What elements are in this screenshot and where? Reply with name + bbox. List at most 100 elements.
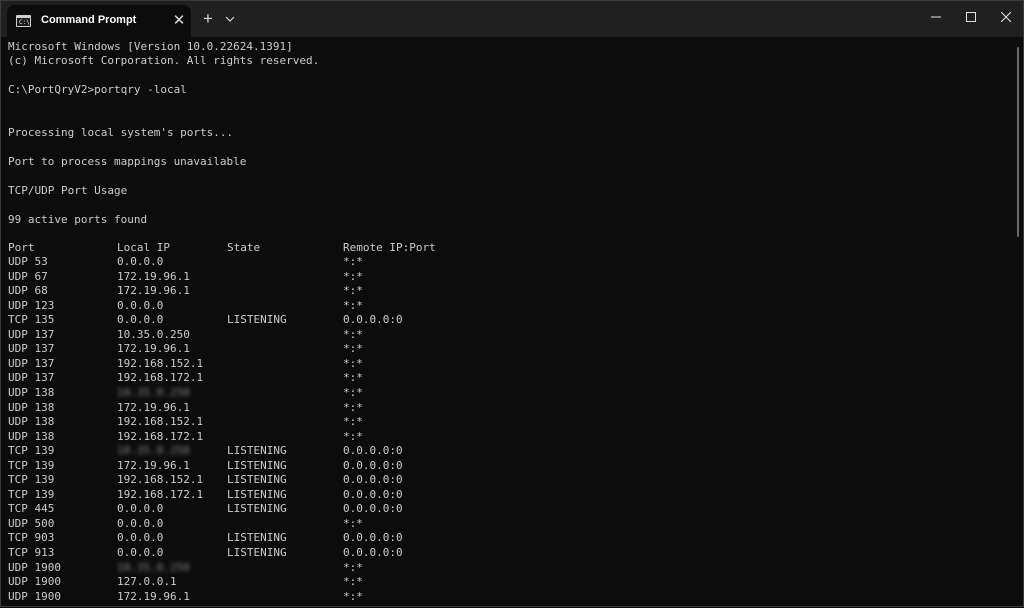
column-header-local-ip: Local IP — [117, 241, 170, 254]
close-tab-button[interactable]: ✕ — [171, 13, 187, 29]
port-table-row: UDP 53 0.0.0.0 *:* — [1, 255, 521, 269]
port-table-row: TCP 139 192.168.152.1 LISTENING 0.0.0.0:0 — [1, 473, 521, 487]
remote-cell: *:* — [343, 342, 363, 356]
tab-command-prompt[interactable]: C:\ Command Prompt ✕ — [7, 5, 191, 37]
port-table-row: UDP 1900 127.0.0.1 *:* — [1, 575, 521, 589]
port-cell: UDP 138 — [8, 415, 55, 429]
port-table-row: TCP 139 192.168.172.1 LISTENING 0.0.0.0:0 — [1, 488, 521, 502]
title-bar[interactable]: C:\ Command Prompt ✕ + — [1, 1, 1023, 37]
local-ip-cell: 192.168.172.1 — [117, 487, 204, 501]
local-ip-cell: 192.168.152.1 — [117, 473, 204, 487]
port-table-row: UDP 138 192.168.152.1 *:* — [1, 415, 521, 429]
port-table-row: UDP 1900 10.35.0.250 *:* — [1, 561, 521, 575]
local-ip-cell: 0.0.0.0 — [117, 502, 164, 516]
port-table-row: TCP 913 0.0.0.0 LISTENING 0.0.0.0:0 — [1, 546, 521, 560]
state-cell: LISTENING — [227, 313, 287, 327]
port-table-row: UDP 138 192.168.172.1 *:* — [1, 430, 521, 444]
port-cell: UDP 1900 — [8, 575, 61, 589]
state-cell: LISTENING — [227, 444, 287, 458]
port-table-row: UDP 500 0.0.0.0 *:* — [1, 517, 521, 531]
column-header-state: State — [227, 241, 261, 254]
chevron-down-icon — [225, 16, 235, 22]
local-ip-cell: 0.0.0.0 — [117, 516, 164, 530]
port-cell: UDP 138 — [8, 429, 55, 443]
tab-dropdown-button[interactable] — [223, 11, 237, 27]
remote-cell: *:* — [343, 255, 363, 268]
remote-cell: *:* — [343, 298, 363, 312]
local-ip-cell: 0.0.0.0 — [117, 298, 164, 312]
local-ip-cell: 0.0.0.0 — [117, 531, 164, 545]
port-table-row: UDP 137 10.35.0.250 *:* — [1, 328, 521, 342]
new-tab-button[interactable]: + — [199, 10, 217, 28]
port-table-row: UDP 1900 172.19.96.1 *:* — [1, 590, 521, 604]
remote-cell: *:* — [343, 327, 363, 341]
port-cell: TCP 139 — [8, 473, 55, 487]
local-ip-cell: 172.19.96.1 — [117, 458, 190, 472]
column-header-port: Port — [8, 241, 35, 254]
port-table-row: UDP 123 0.0.0.0 *:* — [1, 299, 521, 313]
remote-cell: *:* — [343, 284, 363, 298]
terminal-command-line: C:\PortQryV2>portqry -local — [8, 83, 187, 96]
local-ip-cell: 172.19.96.1 — [117, 284, 190, 298]
local-ip-cell: 172.19.96.1 — [117, 342, 190, 356]
command-prompt-window: C:\ Command Prompt ✕ + Microsoft Windows… — [0, 0, 1024, 607]
close-icon — [1001, 12, 1011, 22]
port-cell: UDP 68 — [8, 284, 48, 298]
state-cell: LISTENING — [227, 531, 287, 545]
port-cell: TCP 913 — [8, 546, 55, 559]
remote-cell: *:* — [343, 386, 363, 399]
remote-cell: 0.0.0.0:0 — [343, 458, 403, 472]
port-cell: UDP 53 — [8, 255, 48, 268]
remote-cell: 0.0.0.0:0 — [343, 487, 403, 501]
local-ip-cell: 192.168.172.1 — [117, 429, 204, 443]
port-cell: UDP 137 — [8, 342, 55, 356]
remote-cell: 0.0.0.0:0 — [343, 473, 403, 487]
port-table-row: UDP 67 172.19.96.1 *:* — [1, 270, 521, 284]
state-cell: LISTENING — [227, 473, 287, 487]
state-cell: LISTENING — [227, 458, 287, 472]
port-table-row: TCP 139 172.19.96.1 LISTENING 0.0.0.0:0 — [1, 459, 521, 473]
port-table-header: Port Local IP State Remote IP:Port — [1, 241, 521, 255]
remote-cell: *:* — [343, 371, 363, 385]
scrollbar-thumb[interactable] — [1017, 47, 1019, 237]
port-cell: UDP 500 — [8, 516, 55, 530]
port-cell: TCP 135 — [8, 313, 55, 327]
port-cell: UDP 1900 — [8, 560, 61, 574]
terminal-line: TCP/UDP Port Usage — [8, 184, 128, 197]
port-cell: UDP 137 — [8, 327, 55, 341]
close-window-button[interactable] — [983, 1, 1024, 33]
port-cell: UDP 123 — [8, 298, 55, 312]
local-ip-cell: 10.35.0.250 — [117, 444, 190, 458]
local-ip-cell: 127.0.0.1 — [117, 575, 177, 589]
remote-cell: 0.0.0.0:0 — [343, 313, 403, 327]
remote-cell: *:* — [343, 269, 363, 283]
port-table-row: TCP 139 10.35.0.250 LISTENING 0.0.0.0:0 — [1, 444, 521, 458]
maximize-icon — [966, 12, 976, 22]
remote-cell: *:* — [343, 356, 363, 370]
remote-cell: 0.0.0.0:0 — [343, 444, 403, 458]
column-header-remote: Remote IP:Port — [343, 241, 436, 254]
port-cell: UDP 1900 — [8, 589, 61, 603]
port-cell: UDP 138 — [8, 386, 55, 399]
terminal-line: (c) Microsoft Corporation. All rights re… — [8, 54, 320, 67]
port-table-row: UDP 68 172.19.96.1 *:* — [1, 284, 521, 298]
remote-cell: *:* — [343, 415, 363, 429]
terminal-line: Processing local system's ports... — [8, 126, 234, 139]
terminal-line: 99 active ports found — [8, 213, 148, 226]
tab-icon-glyph: C:\ — [19, 19, 30, 26]
scrollbar[interactable] — [1015, 41, 1021, 601]
local-ip-cell: 172.19.96.1 — [117, 589, 190, 603]
remote-cell: *:* — [343, 429, 363, 443]
tab-title: Command Prompt — [41, 14, 137, 26]
port-cell: TCP 139 — [8, 444, 55, 458]
port-cell: TCP 903 — [8, 531, 55, 545]
terminal-output[interactable]: Microsoft Windows [Version 10.0.22624.13… — [1, 37, 1013, 608]
local-ip-cell: 0.0.0.0 — [117, 546, 164, 559]
port-table-row: UDP 138 172.19.96.1 *:* — [1, 401, 521, 415]
state-cell: LISTENING — [227, 502, 287, 516]
local-ip-cell: 0.0.0.0 — [117, 255, 164, 268]
remote-cell: *:* — [343, 560, 363, 574]
minimize-icon — [931, 16, 941, 18]
terminal-line: Port to process mappings unavailable — [8, 155, 247, 168]
local-ip-cell: 192.168.172.1 — [117, 371, 204, 385]
